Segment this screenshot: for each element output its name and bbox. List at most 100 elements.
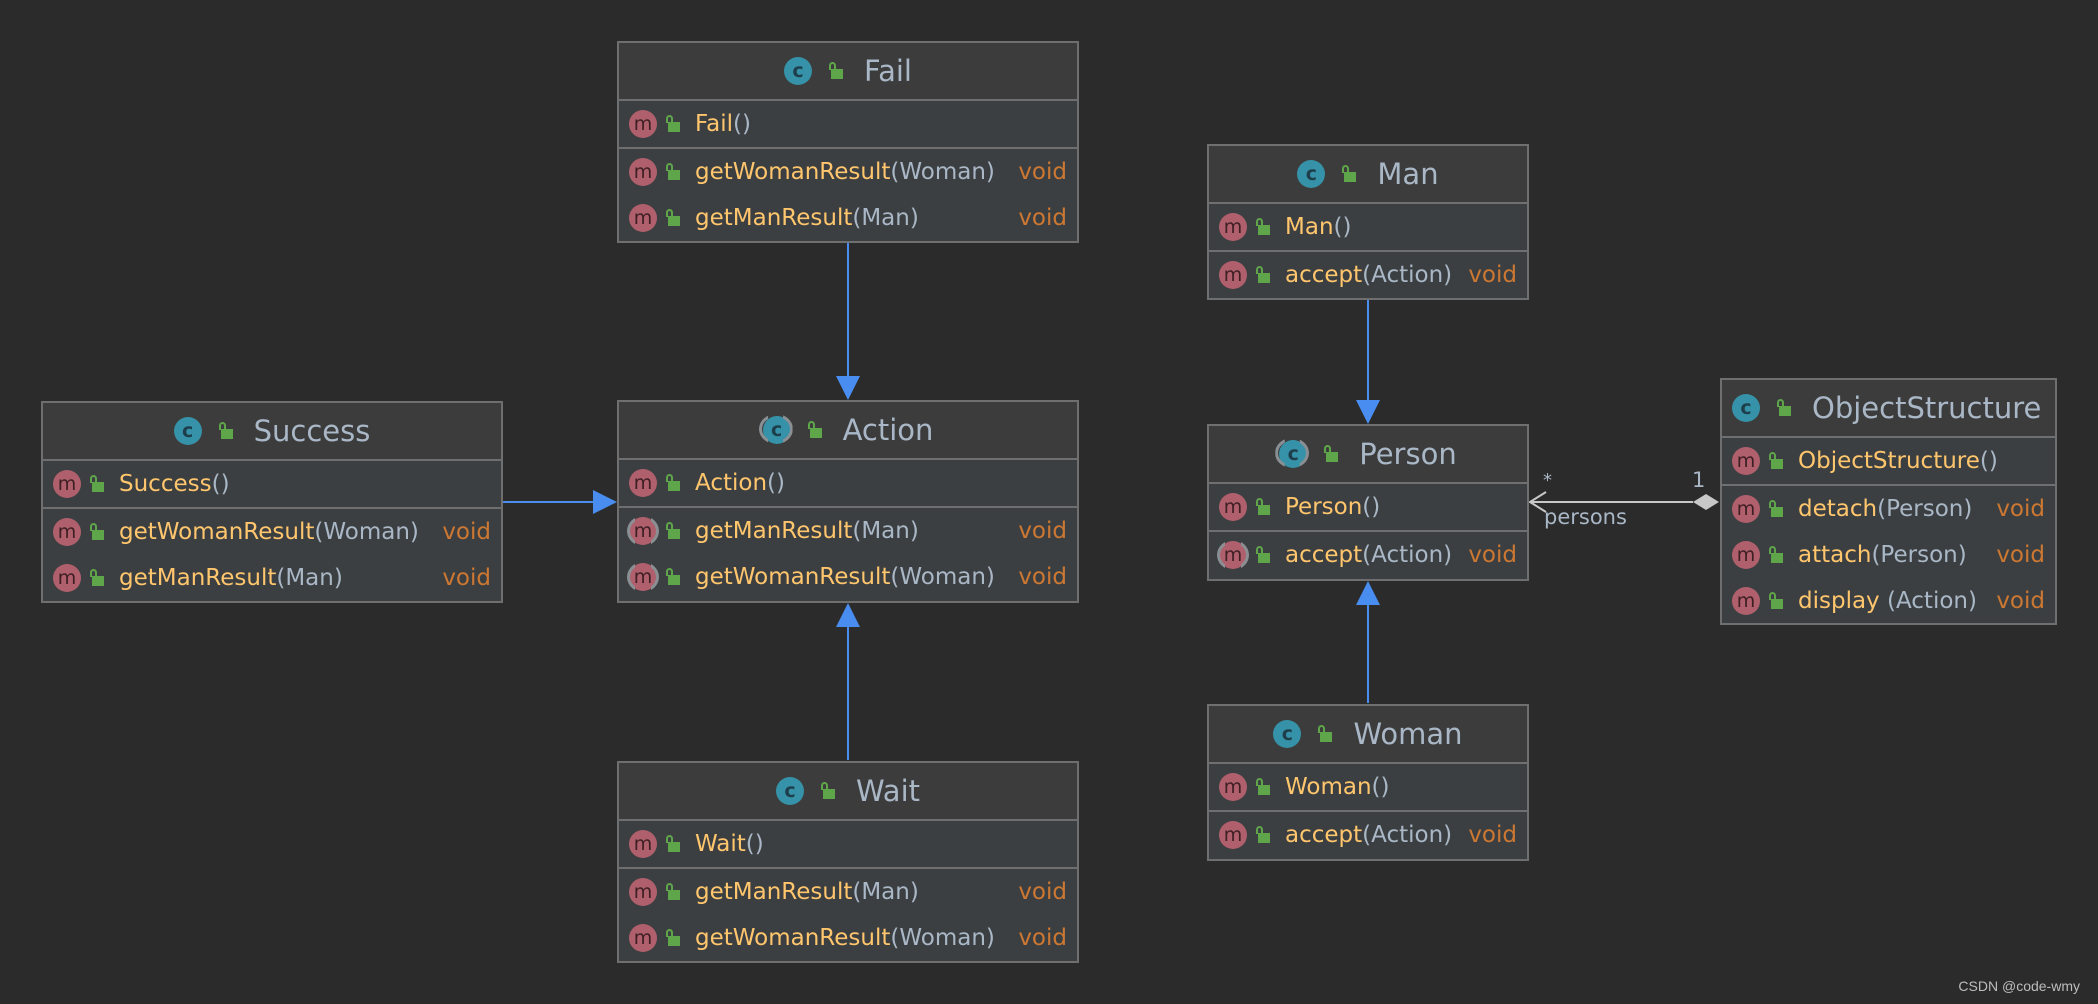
return-type: void [1996, 496, 2045, 522]
method-params: () [733, 111, 751, 137]
constructors-section: m Wait() [619, 821, 1077, 869]
method-icon: m [629, 110, 657, 138]
method-row[interactable]: m attach (Person) void [1722, 532, 2055, 578]
method-name: getManResult [119, 565, 277, 591]
constructors-section: m ObjectStructure() [1722, 438, 2055, 486]
constructor-row[interactable]: m Person() [1209, 484, 1527, 530]
class-header: c Man [1209, 146, 1527, 204]
class-fail[interactable]: c Fail m Fail() m getWomanResult (Woman) … [617, 41, 1079, 243]
public-lock-icon [1317, 725, 1333, 743]
public-lock-icon [665, 115, 681, 133]
return-type: void [1996, 542, 2045, 568]
method-params: () [1979, 448, 1998, 474]
public-lock-icon [1776, 399, 1792, 417]
public-lock-icon [665, 835, 681, 853]
method-name: Man [1285, 214, 1334, 240]
constructor-row[interactable]: m Success() [43, 461, 501, 507]
method-name: getWomanResult [695, 159, 891, 185]
method-name: display [1798, 588, 1880, 614]
method-name: getManResult [695, 879, 853, 905]
return-type: void [1018, 518, 1067, 544]
method-row[interactable]: m getWomanResult (Woman) void [43, 509, 501, 555]
constructor-row[interactable]: m ObjectStructure() [1722, 438, 2055, 484]
method-row[interactable]: m accept (Action) void [1209, 252, 1527, 298]
method-row[interactable]: m accept (Action) void [1209, 812, 1527, 858]
class-name: Woman [1353, 717, 1463, 751]
return-type: void [1018, 925, 1067, 951]
method-params: (Man) [852, 518, 919, 544]
method-row[interactable]: m accept (Action) void [1209, 532, 1527, 578]
method-row[interactable]: m getManResult (Man) void [619, 508, 1077, 554]
method-params: (Man) [852, 879, 919, 905]
method-params: (Action) [1362, 262, 1453, 288]
class-icon: c [1732, 394, 1760, 422]
constructor-row[interactable]: m Fail() [619, 101, 1077, 147]
method-name: getManResult [695, 518, 853, 544]
method-row[interactable]: m getWomanResult (Woman) void [619, 554, 1077, 600]
methods-section: m accept (Action) void [1209, 532, 1527, 578]
return-type: void [442, 519, 491, 545]
return-type: void [1018, 879, 1067, 905]
public-lock-icon [665, 474, 681, 492]
class-man[interactable]: c Man m Man() m accept (Action) void [1207, 144, 1529, 300]
method-name: getWomanResult [119, 519, 315, 545]
constructor-row[interactable]: m Man() [1209, 204, 1527, 250]
class-name: Wait [855, 774, 921, 808]
class-woman[interactable]: c Woman m Woman() m accept (Action) void [1207, 704, 1529, 861]
abstract-method-icon: m [629, 517, 657, 545]
class-header: c ObjectStructure [1722, 380, 2055, 438]
method-row[interactable]: m getManResult (Man) void [619, 869, 1077, 915]
methods-section: m detach (Person) void m attach (Person) v… [1722, 486, 2055, 624]
method-row[interactable]: m detach (Person) void [1722, 486, 2055, 532]
multiplicity-target: * [1543, 470, 1552, 491]
class-name: ObjectStructure [1812, 391, 2042, 425]
return-type: void [1996, 588, 2045, 614]
return-type: void [1018, 564, 1067, 590]
class-action[interactable]: c Action m Action() m getManResult (Man) … [617, 400, 1079, 603]
class-name: Success [253, 414, 371, 448]
public-lock-icon [820, 782, 836, 800]
method-icon: m [53, 470, 81, 498]
method-row[interactable]: m getManResult (Man) void [43, 555, 501, 601]
method-name: Woman [1285, 774, 1372, 800]
method-params: (Woman) [890, 564, 995, 590]
method-row[interactable]: m getWomanResult (Woman) void [619, 149, 1077, 195]
arrowhead-icon [836, 603, 860, 627]
public-lock-icon [1255, 498, 1271, 516]
constructor-row[interactable]: m Action() [619, 460, 1077, 506]
constructors-section: m Man() [1209, 204, 1527, 252]
multiplicity-source: 1 [1692, 468, 1706, 492]
class-header: c Wait [619, 763, 1077, 821]
method-name: accept [1285, 542, 1363, 568]
methods-section: m getWomanResult (Woman) void m getManRes… [619, 149, 1077, 241]
constructors-section: m Success() [43, 461, 501, 509]
method-name: accept [1285, 262, 1363, 288]
constructor-row[interactable]: m Woman() [1209, 764, 1527, 810]
fail-to-action-generalization [836, 243, 860, 400]
public-lock-icon [807, 421, 823, 439]
class-success[interactable]: c Success m Success() m getWomanResult (W… [41, 401, 503, 603]
public-lock-icon [218, 422, 234, 440]
return-type: void [1468, 542, 1517, 568]
class-objectstructure[interactable]: c ObjectStructure m ObjectStructure() m … [1720, 378, 2057, 625]
method-row[interactable]: m display (Action) void [1722, 578, 2055, 624]
class-person[interactable]: c Person m Person() m accept (Action) voi… [1207, 424, 1529, 581]
class-icon: c [775, 777, 804, 805]
class-header: c Person [1209, 426, 1527, 484]
method-row[interactable]: m getWomanResult (Woman) void [619, 915, 1077, 961]
method-name: Person [1285, 494, 1363, 520]
public-lock-icon [1768, 452, 1784, 470]
arrowhead-icon [593, 490, 617, 514]
public-lock-icon [89, 475, 105, 493]
method-icon: m [629, 158, 657, 186]
constructor-row[interactable]: m Wait() [619, 821, 1077, 867]
method-name: accept [1285, 822, 1363, 848]
class-wait[interactable]: c Wait m Wait() m getManResult (Man) void… [617, 761, 1079, 963]
man-to-person-generalization [1356, 300, 1380, 424]
public-lock-icon [89, 569, 105, 587]
method-icon: m [629, 204, 657, 232]
public-lock-icon [1255, 218, 1271, 236]
class-header: c Success [43, 403, 501, 461]
public-lock-icon [665, 568, 681, 586]
method-row[interactable]: m getManResult (Man) void [619, 195, 1077, 241]
